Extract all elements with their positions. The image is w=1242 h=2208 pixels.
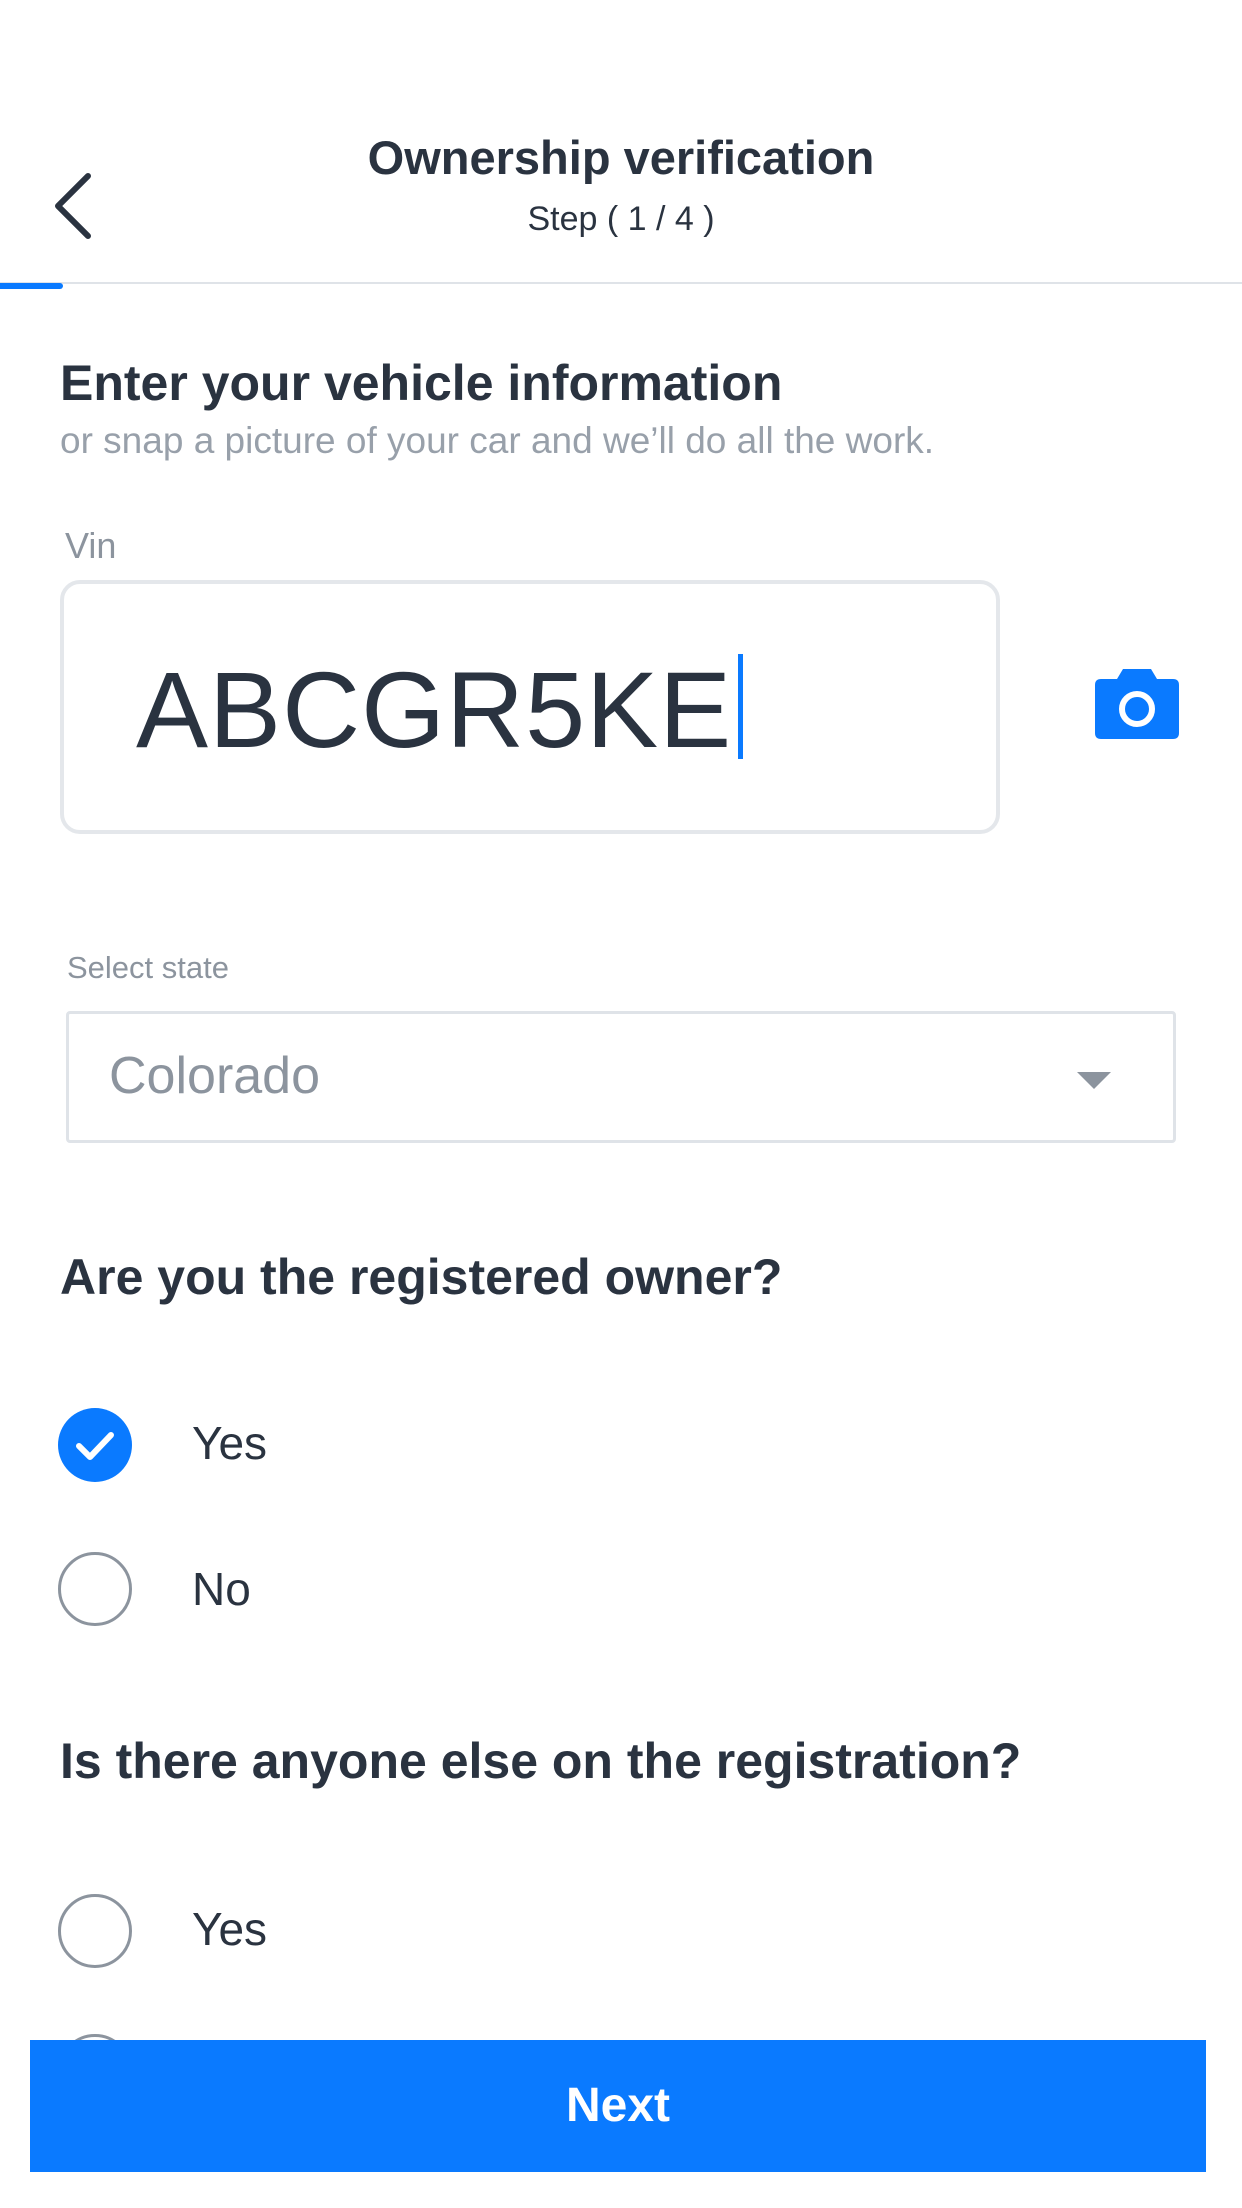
step-indicator: Step ( 1 / 4 ) [527,200,715,238]
state-selected-value: Colorado [109,1047,321,1105]
section-subtitle: or snap a picture of your car and we’ll … [60,420,935,461]
caret-down-icon [1077,1072,1111,1089]
option-label-owner-yes: Yes [192,1417,268,1469]
camera-icon [1095,669,1179,739]
progress-bar [0,283,63,289]
vin-value-wrap: ABCGR5KE [136,654,744,765]
camera-button[interactable] [1093,665,1181,741]
vin-input[interactable]: ABCGR5KE [60,580,1000,834]
page-title: Ownership verification [367,131,875,184]
next-button[interactable]: Next [30,2040,1206,2172]
header-divider [0,282,1242,284]
question-registered-owner: Are you the registered owner? [60,1249,783,1305]
state-label: Select state [67,950,229,985]
radio-owner-no[interactable] [58,1552,132,1626]
question-anyone-else: Is there anyone else on the registration… [60,1733,1022,1789]
vin-label: Vin [65,525,117,566]
radio-owner-yes[interactable] [58,1408,132,1482]
option-label-other-yes: Yes [192,1903,268,1955]
check-icon [76,1432,114,1460]
text-caret [738,654,744,759]
vin-value: ABCGR5KE [136,649,733,770]
option-label-owner-no: No [192,1563,251,1615]
section-title: Enter your vehicle information [60,355,783,411]
state-select[interactable]: Colorado [66,1011,1176,1143]
radio-other-yes[interactable] [58,1894,132,1968]
